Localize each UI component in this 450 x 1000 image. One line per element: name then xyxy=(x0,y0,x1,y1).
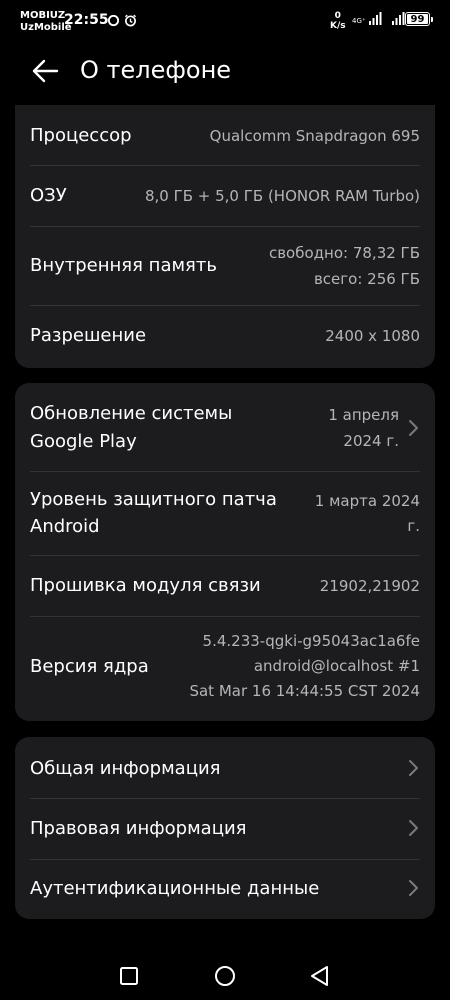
net-speed-value: 0 xyxy=(334,11,341,21)
storage-row[interactable]: Внутренняя память свободно: 78,32 ГБ все… xyxy=(15,227,435,305)
security-patch-label-2: Android xyxy=(30,516,100,537)
baseband-value: 21902,21902 xyxy=(319,577,420,595)
status-bar: MOBIUZ UzMobile 22:55 0 K/s 4G⁺ 99 xyxy=(0,0,450,40)
google-play-update-value-1: 1 апреля xyxy=(328,406,399,424)
kernel-value-2: android@localhost #1 xyxy=(253,657,420,675)
alarm-clock-icon xyxy=(124,14,137,27)
square-icon xyxy=(120,967,138,985)
resolution-row[interactable]: Разрешение 2400 x 1080 xyxy=(15,306,435,368)
back-button[interactable] xyxy=(28,54,62,88)
processor-value: Qualcomm Snapdragon 695 xyxy=(209,127,420,145)
arrow-left-icon xyxy=(32,59,59,83)
kernel-row[interactable]: Версия ядра 5.4.233-qgki-g95043ac1a6fe a… xyxy=(15,617,435,721)
chevron-right-icon xyxy=(409,880,418,896)
google-play-update-value-2: 2024 г. xyxy=(343,432,399,450)
software-card: Обновление системы Google Play 1 апреля … xyxy=(15,383,435,721)
google-play-update-row[interactable]: Обновление системы Google Play 1 апреля … xyxy=(15,383,435,471)
circle-icon xyxy=(215,966,235,986)
device-specs-card: Процессор Qualcomm Snapdragon 695 ОЗУ 8,… xyxy=(15,105,435,368)
kernel-value-1: 5.4.233-qgki-g95043ac1a6fe xyxy=(202,632,420,650)
battery-tip xyxy=(431,17,433,22)
ram-value: 8,0 ГБ + 5,0 ГБ (HONOR RAM Turbo) xyxy=(144,187,420,205)
processor-row[interactable]: Процессор Qualcomm Snapdragon 695 xyxy=(15,105,435,165)
triangle-icon xyxy=(311,966,328,986)
recent-apps-button[interactable] xyxy=(117,964,141,988)
security-patch-value-2: г. xyxy=(407,517,420,535)
authentication-row[interactable]: Аутентификационные данные xyxy=(15,860,435,919)
chevron-right-icon xyxy=(409,760,418,776)
net-speed-unit: K/s xyxy=(330,21,346,31)
storage-label: Внутренняя память xyxy=(30,255,217,276)
home-button[interactable] xyxy=(213,964,237,988)
security-patch-row[interactable]: Уровень защитного патча Android 1 марта … xyxy=(15,472,435,555)
status-time: 22:55 xyxy=(64,12,109,28)
security-patch-value-1: 1 марта 2024 xyxy=(314,492,420,510)
authentication-label: Аутентификационные данные xyxy=(30,878,320,899)
legal-info-row[interactable]: Правовая информация xyxy=(15,799,435,859)
chevron-right-icon xyxy=(409,420,418,436)
ram-label: ОЗУ xyxy=(30,185,67,206)
processor-label: Процессор xyxy=(30,125,132,146)
ram-row[interactable]: ОЗУ 8,0 ГБ + 5,0 ГБ (HONOR RAM Turbo) xyxy=(15,166,435,226)
general-info-label: Общая информация xyxy=(30,758,221,779)
general-info-row[interactable]: Общая информация xyxy=(15,737,435,798)
storage-total-value: всего: 256 ГБ xyxy=(313,270,420,288)
cell-signal-2-icon xyxy=(391,12,405,25)
kernel-value-3: Sat Mar 16 14:44:55 CST 2024 xyxy=(189,682,420,700)
resolution-label: Разрешение xyxy=(30,325,147,346)
info-links-card: Общая информация Правовая информация Аут… xyxy=(15,737,435,919)
nav-back-button[interactable] xyxy=(308,964,332,988)
net-speed: 0 K/s xyxy=(330,11,346,31)
resolution-value: 2400 x 1080 xyxy=(325,327,420,345)
battery-indicator: 99 xyxy=(405,12,433,26)
app-header: О телефоне xyxy=(0,40,450,102)
location-ring-icon xyxy=(107,14,120,27)
signal-block: 4G⁺ xyxy=(352,11,406,25)
google-play-update-label-2: Google Play xyxy=(30,431,137,452)
chevron-right-icon xyxy=(409,820,418,836)
google-play-update-label-1: Обновление системы xyxy=(30,403,233,424)
baseband-row[interactable]: Прошивка модуля связи 21902,21902 xyxy=(15,556,435,616)
cell-signal-icon xyxy=(368,12,382,25)
system-nav-bar xyxy=(0,950,450,1000)
network-type: 4G⁺ xyxy=(352,17,366,25)
security-patch-label-1: Уровень защитного патча xyxy=(30,489,277,510)
kernel-label: Версия ядра xyxy=(30,656,149,677)
storage-free-value: свободно: 78,32 ГБ xyxy=(268,244,420,262)
baseband-label: Прошивка модуля связи xyxy=(30,575,261,596)
legal-info-label: Правовая информация xyxy=(30,818,247,839)
battery-level: 99 xyxy=(410,13,425,25)
screen: MOBIUZ UzMobile 22:55 0 K/s 4G⁺ 99 О тел… xyxy=(0,0,450,1000)
page-title: О телефоне xyxy=(80,56,232,84)
